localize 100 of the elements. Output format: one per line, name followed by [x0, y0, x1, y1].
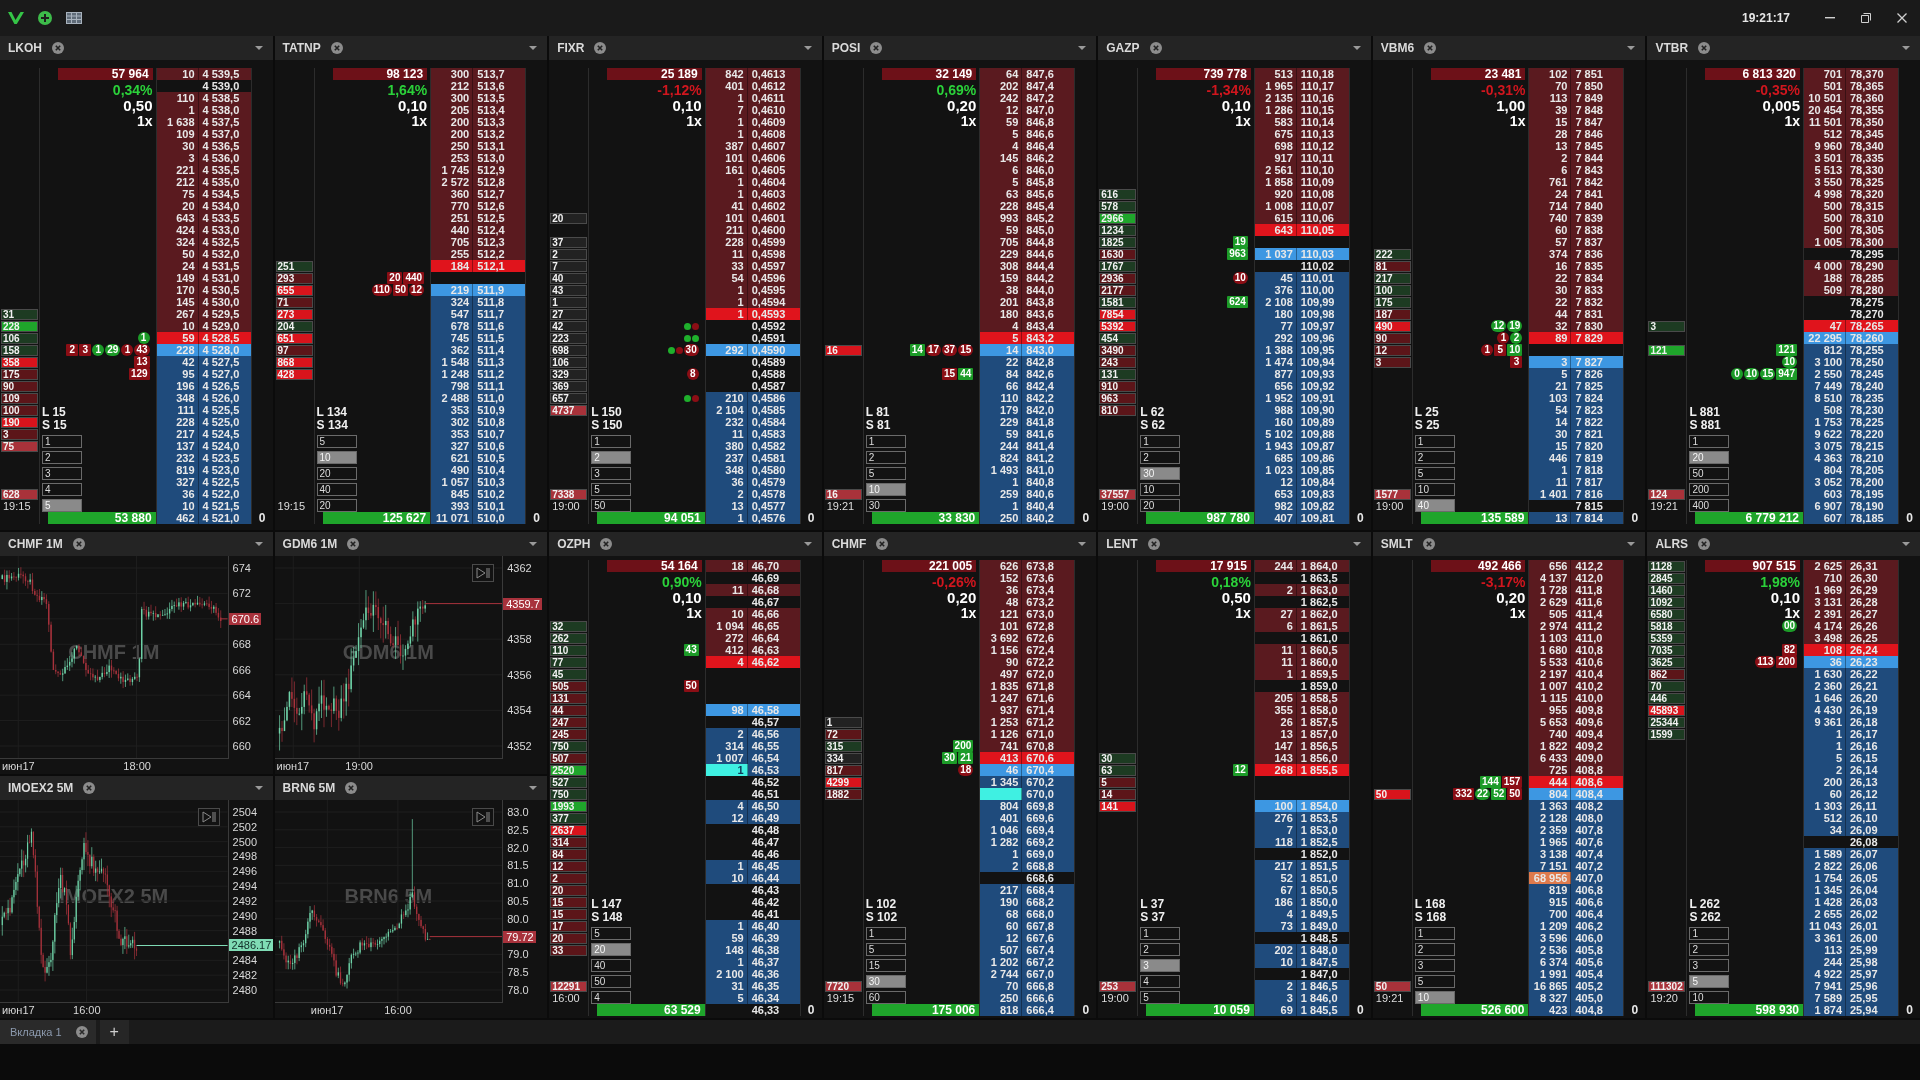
caret-icon[interactable] [1352, 542, 1361, 546]
order-size-option[interactable]: 4 [591, 991, 632, 1004]
order-size-option[interactable]: 1 [42, 435, 82, 448]
time-label: 19:21 [1374, 992, 1404, 1004]
close-icon[interactable] [1149, 42, 1162, 54]
cluster-volume: 2520 [550, 764, 588, 776]
order-size-option[interactable]: 3 [1689, 959, 1730, 972]
order-size-option[interactable]: 5 [865, 943, 906, 956]
order-size-option[interactable]: 20 [316, 499, 357, 512]
order-size-option[interactable]: 5 [316, 435, 357, 448]
new-tab-button[interactable]: + [99, 1020, 129, 1044]
order-size-option[interactable]: 50 [1689, 467, 1730, 480]
close-icon[interactable] [1698, 42, 1711, 54]
close-icon[interactable] [83, 782, 96, 794]
order-size-option[interactable]: 1 [1414, 927, 1455, 940]
close-icon[interactable] [870, 42, 883, 54]
order-size-option[interactable]: 2 [1140, 943, 1181, 956]
volume-cell: 212 [156, 176, 199, 188]
order-size-option[interactable]: 40 [316, 483, 357, 496]
order-size-option[interactable]: 1 [1140, 435, 1181, 448]
order-size-option[interactable]: 3 [42, 467, 82, 480]
caret-icon[interactable] [1352, 46, 1361, 50]
volume-cell: 3 498 [1804, 632, 1846, 644]
order-size-option[interactable]: 2 [1414, 943, 1455, 956]
volume-cell: 3 [156, 152, 199, 164]
order-size-option[interactable]: 200 [1689, 483, 1730, 496]
order-size-option[interactable]: 1 [591, 435, 632, 448]
close-icon[interactable] [1698, 538, 1711, 550]
close-icon[interactable] [1897, 13, 1907, 23]
close-icon[interactable] [347, 538, 360, 550]
caret-icon[interactable] [529, 786, 538, 790]
order-size-option[interactable]: 10 [1689, 991, 1730, 1004]
caret-icon[interactable] [1627, 46, 1636, 50]
axis-tick-label: 79.0 [506, 948, 530, 961]
order-size-option[interactable]: 1 [865, 927, 906, 940]
caret-icon[interactable] [1627, 542, 1636, 546]
cluster-volume: 5392 [1099, 320, 1137, 332]
order-size-option[interactable]: 1 [1140, 927, 1181, 940]
order-size-option[interactable]: 3 [1414, 959, 1455, 972]
order-size-option[interactable]: 1 [1689, 435, 1730, 448]
close-icon[interactable] [345, 782, 358, 794]
order-size-option[interactable]: 1 [1414, 435, 1455, 448]
caret-icon[interactable] [803, 542, 812, 546]
order-size-option[interactable]: 50 [591, 499, 632, 512]
order-size-option[interactable]: 1 [865, 435, 906, 448]
order-size-option[interactable]: 40 [591, 959, 632, 972]
order-size-option[interactable]: 60 [865, 991, 906, 1004]
order-size-option[interactable]: 10 [1414, 483, 1455, 496]
order-size-option[interactable]: 20 [1140, 499, 1181, 512]
caret-icon[interactable] [1902, 46, 1910, 50]
table-icon[interactable] [66, 12, 82, 24]
close-icon[interactable] [600, 538, 613, 550]
caret-icon[interactable] [803, 46, 812, 50]
caret-icon[interactable] [254, 46, 263, 50]
minimize-icon[interactable] [1825, 17, 1835, 19]
caret-icon[interactable] [254, 786, 263, 790]
order-size-option[interactable]: 3 [591, 467, 632, 480]
caret-icon[interactable] [529, 542, 538, 546]
workspace-tab[interactable]: Вкладка 1 [0, 1020, 96, 1044]
order-size-option[interactable]: 2 [865, 451, 906, 464]
close-icon[interactable] [72, 538, 85, 550]
caret-icon[interactable] [1902, 542, 1910, 546]
order-size-option[interactable]: 5 [865, 467, 906, 480]
order-size-option[interactable]: 4 [42, 483, 82, 496]
close-icon[interactable] [1422, 538, 1435, 550]
order-size-option[interactable]: 1 [1689, 927, 1730, 940]
order-size-option[interactable]: 400 [1689, 499, 1730, 512]
volume-cell: 7 151 [1529, 860, 1572, 872]
add-icon[interactable] [38, 11, 52, 25]
order-size-option[interactable]: 5 [1414, 467, 1455, 480]
restore-icon[interactable] [1861, 13, 1871, 23]
caret-icon[interactable] [1078, 46, 1087, 50]
close-icon[interactable] [52, 42, 64, 54]
volume-cell: 52 [1254, 872, 1297, 884]
order-size-option[interactable]: 5 [1140, 991, 1181, 1004]
order-size-option[interactable]: 2 [1414, 451, 1455, 464]
order-size-option[interactable]: 4 [1140, 975, 1181, 988]
order-size-option[interactable]: 5 [591, 483, 632, 496]
close-icon[interactable] [1147, 538, 1160, 550]
checkmark-logo-icon [8, 11, 24, 25]
order-size-option[interactable]: 2 [1140, 451, 1181, 464]
order-size-option[interactable]: 5 [591, 927, 632, 940]
order-size-option[interactable]: 10 [1140, 483, 1181, 496]
volume-cell: 413 [980, 752, 1023, 764]
order-size-option[interactable]: 5 [1414, 975, 1455, 988]
close-icon[interactable] [594, 42, 607, 54]
order-size-option[interactable]: 2 [1689, 943, 1730, 956]
order-size-option[interactable]: 2 [42, 451, 82, 464]
caret-icon[interactable] [254, 542, 263, 546]
close-icon[interactable] [330, 42, 343, 54]
close-icon[interactable] [1424, 42, 1437, 54]
order-size-option[interactable]: 30 [865, 499, 906, 512]
order-size-option[interactable]: 15 [865, 959, 906, 972]
order-size-option[interactable]: 20 [316, 467, 357, 480]
caret-icon[interactable] [529, 46, 538, 50]
close-icon[interactable] [876, 538, 889, 550]
order-size-option[interactable]: 50 [591, 975, 632, 988]
caret-icon[interactable] [1078, 542, 1087, 546]
price-cell: 4 521,5 [198, 500, 251, 512]
volume-cell: 1 991 [1529, 968, 1572, 980]
